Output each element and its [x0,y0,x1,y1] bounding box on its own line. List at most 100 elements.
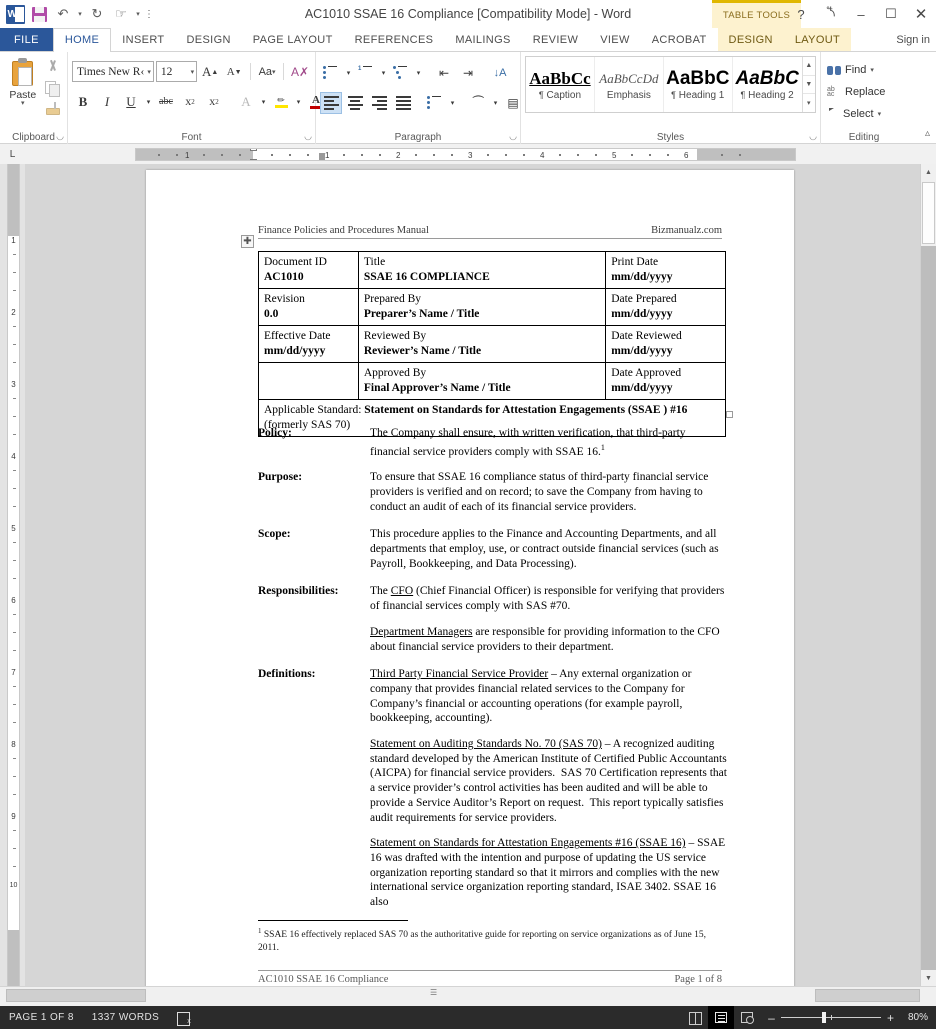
clipboard-dialog-launcher-icon[interactable]: ◡ [56,131,64,142]
vertical-scroll-thumb[interactable] [922,182,935,244]
tab-table-layout[interactable]: LAYOUT [783,28,852,51]
underline-button[interactable]: U [120,91,142,113]
document-body[interactable]: Policy: The Company shall ensure, with w… [258,426,728,921]
style-caption[interactable]: AaBbCc ¶ Caption [526,57,595,112]
paragraph-dialog-launcher-icon[interactable]: ◡ [509,131,517,142]
shrink-font-icon[interactable]: A ▼ [223,61,245,83]
paste-button[interactable]: Paste ▾ [4,55,42,144]
strikethrough-button[interactable]: abc [155,91,177,113]
horizontal-ruler[interactable]: 1 1 2 3 4 5 6 [135,148,796,161]
document-info-table[interactable]: Document ID AC1010 Title SSAE 16 COMPLIA… [258,251,726,437]
select-chevron-down-icon[interactable]: ▾ [878,110,882,118]
underline-chevron-down-icon[interactable]: ▾ [144,91,153,113]
document-page[interactable]: Finance Policies and Procedures Manual B… [146,170,794,1029]
cell-revision[interactable]: Revision 0.0 [258,288,359,326]
collapse-ribbon-icon[interactable]: ▵ [925,128,930,139]
styles-dialog-launcher-icon[interactable]: ◡ [809,131,817,142]
styles-scroll-down-icon[interactable]: ▼ [802,76,816,95]
cell-date-reviewed[interactable]: Date Reviewed mm/dd/yyyy [605,325,726,363]
sort-icon[interactable]: ↓A [489,62,511,84]
horizontal-scroll-thumb-left[interactable] [6,989,146,1002]
zoom-slider[interactable] [781,1012,881,1023]
tab-stop-selector-button[interactable]: L [0,144,25,164]
tab-page-layout[interactable]: PAGE LAYOUT [242,28,344,51]
table-move-handle[interactable]: ✚ [241,235,254,248]
style-heading-2[interactable]: AaBbC ¶ Heading 2 [733,57,802,112]
tab-home[interactable]: HOME [52,28,112,52]
font-name-chevron-down-icon[interactable]: ▾ [144,68,151,76]
footnote-marker[interactable]: 1 [601,443,605,452]
cell-title[interactable]: Title SSAE 16 COMPLIANCE [357,251,607,289]
cut-icon[interactable] [44,59,61,75]
cell-empty[interactable] [258,362,359,400]
vertical-scroll-track[interactable] [921,246,936,970]
undo-icon[interactable]: ↶ [52,3,74,25]
cell-prepared-by[interactable]: Prepared By Preparer’s Name / Title [357,288,607,326]
font-name-combobox[interactable]: Times New R‹ ▾ [72,61,154,82]
font-size-chevron-down-icon[interactable]: ▾ [188,68,195,76]
align-left-button[interactable] [320,91,342,114]
minimize-icon[interactable]: – [846,0,876,28]
quick-access-toolbar[interactable]: W ↶ ▾ ↻ ☞ ▾ ⋮ [0,0,154,28]
save-icon[interactable] [28,3,50,25]
change-case-icon[interactable]: Aa ▾ [256,61,278,83]
cell-effective-date[interactable]: Effective Date mm/dd/yyyy [258,325,359,363]
horizontal-scrollbar[interactable]: ☰ [0,986,936,1006]
align-right-button[interactable] [368,92,390,114]
first-line-indent-marker[interactable] [250,149,257,151]
zoom-slider-thumb[interactable] [822,1012,826,1023]
find-button[interactable]: Find ▾ [825,59,903,81]
tab-mailings[interactable]: MAILINGS [444,28,521,51]
close-icon[interactable]: ✕ [906,0,936,28]
copy-icon[interactable] [44,80,61,97]
customize-qat-icon[interactable]: ⋮ [144,3,154,25]
cell-reviewed-by[interactable]: Reviewed By Reviewer’s Name / Title [357,325,607,363]
multilevel-list-icon[interactable] [390,62,412,84]
italic-button[interactable]: I [96,91,118,113]
line-spacing-icon[interactable] [424,92,446,114]
bullets-chevron-down-icon[interactable]: ▾ [344,62,353,84]
print-layout-button[interactable] [708,1006,734,1029]
bullets-icon[interactable] [320,62,342,84]
text-effects-icon[interactable]: A [235,91,257,113]
horizontal-scroll-thumb-right[interactable] [815,989,920,1002]
tab-view[interactable]: VIEW [589,28,641,51]
tab-table-design[interactable]: DESIGN [717,28,784,51]
tab-acrobat[interactable]: ACROBAT [641,28,718,51]
vertical-scrollbar[interactable]: ▲ ▼ [920,164,936,986]
cell-date-approved[interactable]: Date Approved mm/dd/yyyy [605,362,726,400]
styles-gallery[interactable]: AaBbCc ¶ Caption AaBbCcDd Emphasis AaBbC… [525,56,816,113]
format-painter-icon[interactable] [44,101,61,117]
select-button[interactable]: Select ▾ [825,103,903,125]
style-heading-1[interactable]: AaBbC ¶ Heading 1 [664,57,733,112]
zoom-in-button[interactable]: + [886,1011,895,1025]
word-logo-icon[interactable]: W [4,3,26,25]
font-dialog-launcher-icon[interactable]: ◡ [304,131,312,142]
highlight-color-icon[interactable]: ✏ [270,91,292,113]
clear-formatting-icon[interactable]: A✗ [289,61,311,83]
numbering-chevron-down-icon[interactable]: ▾ [379,62,388,84]
help-icon[interactable]: ? [786,0,816,28]
proofing-errors-button[interactable] [168,1006,200,1029]
multilevel-chevron-down-icon[interactable]: ▾ [414,62,423,84]
read-mode-button[interactable] [682,1006,708,1029]
paste-dropdown-icon[interactable]: ▾ [21,100,25,107]
undo-dropdown-icon[interactable]: ▾ [76,3,84,25]
touch-mode-dropdown-icon[interactable]: ▾ [134,3,142,25]
text-effects-chevron-down-icon[interactable]: ▾ [259,91,268,113]
tab-review[interactable]: REVIEW [522,28,590,51]
split-window-handle[interactable]: ☰ [430,988,437,997]
subscript-button[interactable]: x2 [179,91,201,113]
cell-document-id[interactable]: Document ID AC1010 [258,251,359,289]
increase-indent-icon[interactable]: ⇥ [457,62,479,84]
redo-icon[interactable]: ↻ [86,3,108,25]
tab-design[interactable]: DESIGN [176,28,242,51]
restore-icon[interactable]: ☐ [876,0,906,28]
replace-button[interactable]: Replace [825,81,903,103]
left-indent-marker[interactable] [319,153,325,160]
zoom-out-button[interactable]: – [767,1011,776,1025]
zoom-level-label[interactable]: 80% [902,1012,928,1023]
hanging-indent-marker[interactable] [250,159,257,160]
decrease-indent-icon[interactable]: ⇤ [433,62,455,84]
vertical-ruler[interactable]: 1 2 3 4 5 6 7 8 9 10 [0,164,25,986]
